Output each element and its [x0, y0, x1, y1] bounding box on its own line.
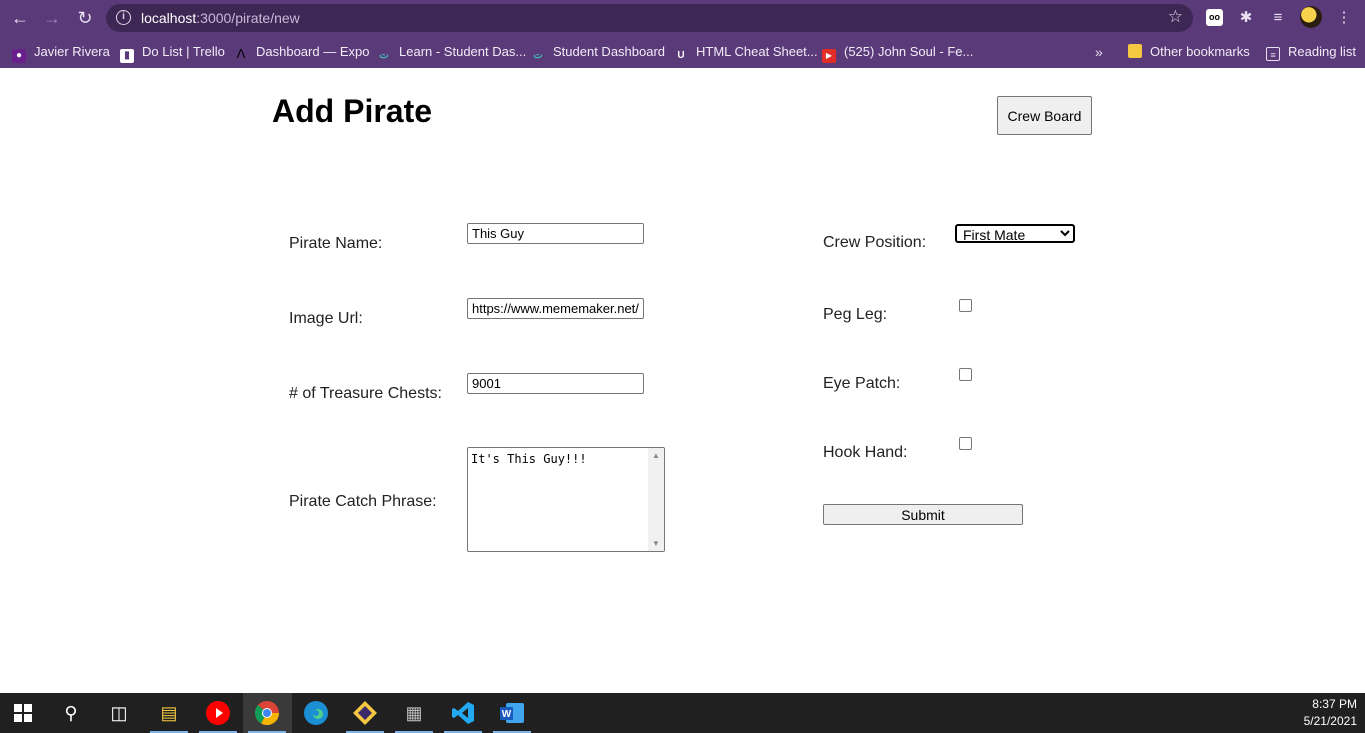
svg-text:W: W	[502, 709, 512, 720]
profile-avatar[interactable]	[1300, 6, 1322, 28]
image-url-input[interactable]	[467, 298, 644, 319]
shield-icon: U	[677, 50, 685, 61]
bookmark-item[interactable]: ▶ (525) John Soul - Fe...	[822, 41, 973, 63]
address-url[interactable]: localhost:3000/pirate/new	[141, 10, 300, 26]
bookmark-item[interactable]: U HTML Cheat Sheet...	[674, 41, 817, 63]
image-url-label: Image Url:	[289, 310, 363, 327]
bookmarks-bar: ● Javier Rivera ▮ Do List | Trello Λ Dashbo…	[0, 36, 1365, 68]
bookmark-item[interactable]: ت Student Dashboard	[531, 41, 665, 63]
file-explorer-icon[interactable]: ▤	[155, 699, 183, 727]
crew-position-select[interactable]: First Mate	[955, 224, 1075, 243]
forward-arrow-icon[interactable]: →	[40, 6, 64, 30]
peg-leg-label: Peg Leg:	[823, 306, 888, 323]
menu-kebab-icon[interactable]: ⋮	[1333, 7, 1355, 29]
scroll-down-arrow-icon[interactable]: ▼	[652, 539, 660, 548]
expo-icon: Λ	[236, 46, 246, 61]
bookmark-item[interactable]: ت Learn - Student Das...	[377, 41, 526, 63]
bookmark-star-icon[interactable]: ☆	[1168, 7, 1183, 27]
treasure-chests-label: # of Treasure Chests:	[289, 385, 442, 402]
catch-phrase-label: Pirate Catch Phrase:	[289, 493, 437, 510]
youtube-music-icon[interactable]	[204, 699, 232, 727]
browser-toolbar: ← → ↻ i localhost:3000/pirate/new ☆ oo ✱…	[0, 0, 1365, 36]
media-control-icon[interactable]: ≡	[1267, 7, 1289, 29]
vscode-icon[interactable]	[449, 699, 477, 727]
edge-icon[interactable]	[302, 699, 330, 727]
task-view-icon[interactable]: ◫	[105, 699, 133, 727]
site-info-icon[interactable]: i	[116, 10, 131, 25]
hook-hand-checkbox[interactable]	[959, 437, 972, 450]
extensions-puzzle-icon[interactable]: ✱	[1235, 7, 1257, 29]
other-bookmarks[interactable]: Other bookmarks	[1128, 41, 1250, 63]
hook-hand-label: Hook Hand:	[823, 444, 908, 461]
folder-icon	[1128, 44, 1142, 58]
word-icon[interactable]: W	[498, 699, 526, 727]
page-title: Add Pirate	[272, 93, 433, 129]
scroll-up-arrow-icon[interactable]: ▲	[652, 451, 660, 460]
bookmark-item[interactable]: ▮ Do List | Trello	[120, 41, 225, 63]
windows-start-icon[interactable]	[9, 699, 37, 727]
system-clock[interactable]: 8:37 PM 5/21/2021	[1304, 696, 1357, 730]
bookmark-item[interactable]: Λ Dashboard — Expo	[234, 41, 370, 63]
address-bar[interactable]: i localhost:3000/pirate/new ☆	[106, 4, 1193, 32]
back-arrow-icon[interactable]: ←	[8, 6, 32, 30]
crew-board-button[interactable]: Crew Board	[997, 96, 1092, 135]
instagram-icon: ●	[12, 49, 26, 63]
crew-position-label: Crew Position:	[823, 234, 927, 251]
clock-time: 8:37 PM	[1312, 697, 1357, 711]
youtube-icon: ▶	[822, 49, 836, 63]
treasure-chests-input[interactable]	[467, 373, 644, 394]
windows-taskbar: ⚲ ◫ ▤ ▦ W 8:37 PM 5/21/2021	[0, 693, 1365, 733]
eye-patch-checkbox[interactable]	[959, 368, 972, 381]
more-bookmarks-chevron-icon[interactable]: »	[1095, 41, 1103, 63]
extension-icon[interactable]: oo	[1206, 9, 1223, 26]
bookmark-item[interactable]: ● Javier Rivera	[12, 41, 110, 63]
textarea-scrollbar[interactable]: ▲ ▼	[648, 448, 664, 551]
search-icon[interactable]: ⚲	[57, 699, 85, 727]
git-client-icon[interactable]	[351, 699, 379, 727]
terminal-icon[interactable]: ▦	[400, 699, 428, 727]
peg-leg-checkbox[interactable]	[959, 299, 972, 312]
clock-date: 5/21/2021	[1303, 714, 1357, 728]
catch-phrase-textarea[interactable]: It's This Guy!!!	[467, 447, 665, 552]
torii-icon: ت	[379, 50, 389, 61]
trello-icon: ▮	[120, 49, 134, 63]
pirate-name-input[interactable]	[467, 223, 644, 244]
torii-icon: ت	[533, 50, 543, 61]
reading-list[interactable]: ≡ Reading list	[1266, 41, 1356, 63]
eye-patch-label: Eye Patch:	[823, 375, 901, 392]
reading-list-icon: ≡	[1266, 47, 1280, 61]
submit-button[interactable]: Submit	[823, 504, 1023, 525]
chrome-icon[interactable]	[253, 699, 281, 727]
pirate-name-label: Pirate Name:	[289, 235, 383, 252]
reload-icon[interactable]: ↻	[73, 6, 97, 30]
